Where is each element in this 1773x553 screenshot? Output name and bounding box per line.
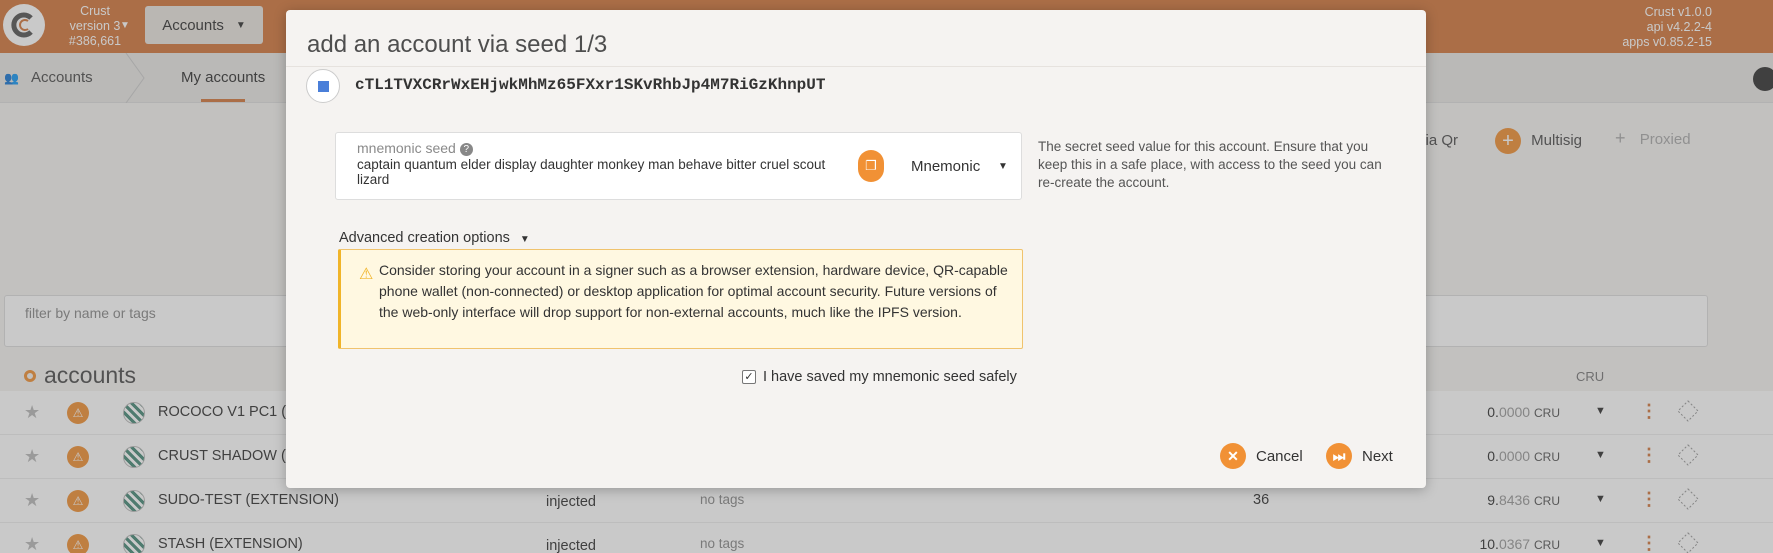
saved-seed-checkbox[interactable]: ✓	[742, 370, 756, 384]
close-icon: ✕	[1220, 443, 1246, 469]
cancel-label: Cancel	[1256, 447, 1303, 465]
seed-label-text: mnemonic seed	[357, 140, 456, 156]
advanced-options-label: Advanced creation options	[339, 230, 510, 246]
saved-seed-label: I have saved my mnemonic seed safely	[763, 369, 1017, 385]
seed-type-select[interactable]: Mnemonic	[911, 158, 980, 175]
account-address: cTL1TVXCRrWxEHjwkMhMz65FXxr1SKvRhbJp4M7R…	[355, 76, 826, 94]
seed-label: mnemonic seed ?	[357, 140, 473, 156]
security-warning: ⚠ Consider storing your account in a sig…	[338, 249, 1023, 349]
advanced-options-toggle[interactable]: Advanced creation options ▼	[339, 230, 530, 246]
seed-value[interactable]: captain quantum elder display daughter m…	[357, 157, 827, 187]
copy-icon[interactable]: ❐	[858, 150, 884, 182]
mnemonic-seed-field[interactable]: mnemonic seed ? captain quantum elder di…	[335, 132, 1022, 200]
identicon[interactable]	[306, 69, 340, 103]
cancel-button[interactable]: ✕ Cancel	[1220, 443, 1303, 469]
add-account-modal: add an account via seed 1/3 cTL1TVXCRrWx…	[286, 10, 1426, 488]
saved-seed-checkbox-row[interactable]: ✓ I have saved my mnemonic seed safely	[742, 369, 1017, 385]
chevron-down-icon[interactable]: ▼	[998, 161, 1008, 172]
modal-title: add an account via seed 1/3	[307, 31, 608, 58]
warning-text: Consider storing your account in a signe…	[379, 262, 1008, 320]
help-icon[interactable]: ?	[459, 142, 473, 156]
seed-help-text: The secret seed value for this account. …	[1038, 139, 1382, 190]
step-forward-icon: ⏭	[1326, 443, 1352, 469]
next-button[interactable]: ⏭ Next	[1326, 443, 1393, 469]
divider	[286, 66, 1426, 67]
next-label: Next	[1362, 447, 1393, 465]
warning-icon: ⚠	[359, 266, 374, 283]
chevron-down-icon: ▼	[519, 234, 530, 245]
